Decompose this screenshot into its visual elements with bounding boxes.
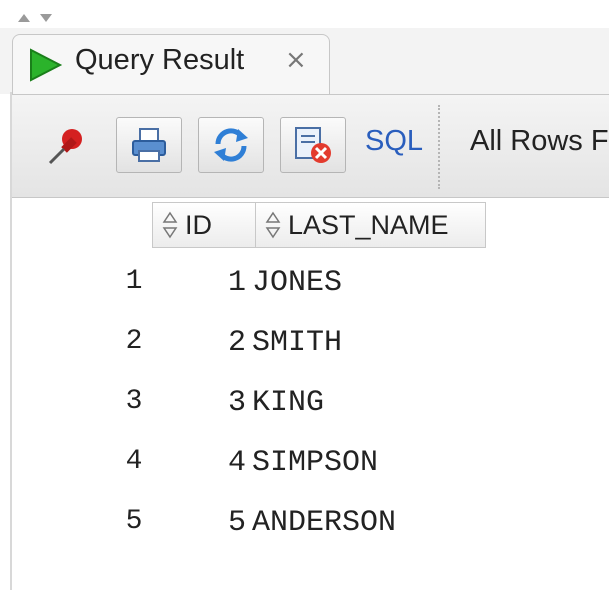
sort-icon — [162, 211, 178, 239]
row-number: 1 — [125, 266, 143, 297]
cell-last-name[interactable]: JONES — [252, 266, 342, 300]
run-play-icon — [30, 48, 63, 82]
cell-last-name[interactable]: KING — [252, 386, 324, 420]
column-header-label: ID — [185, 209, 212, 240]
cell-id[interactable]: 4 — [202, 446, 246, 480]
tab-close-button[interactable]: × — [285, 45, 307, 75]
panel-collapse-arrows[interactable] — [14, 8, 74, 26]
refresh-icon — [214, 128, 248, 162]
column-header-last-name[interactable]: LAST_NAME — [255, 202, 486, 248]
toolbar-separator — [438, 105, 440, 189]
pin-icon[interactable] — [44, 123, 90, 169]
refresh-button[interactable] — [198, 117, 264, 173]
collapse-down-icon — [40, 14, 52, 22]
column-header-id[interactable]: ID — [152, 202, 256, 248]
sql-link[interactable]: SQL — [365, 125, 423, 158]
cell-id[interactable]: 1 — [202, 266, 246, 300]
sort-icon — [265, 211, 281, 239]
cell-id[interactable]: 3 — [202, 386, 246, 420]
result-toolbar: SQL All Rows F — [12, 94, 609, 198]
row-number: 4 — [125, 446, 143, 477]
cell-id[interactable]: 5 — [202, 506, 246, 540]
collapse-up-icon — [18, 14, 30, 22]
tab-title: Query Result — [75, 44, 245, 76]
fetch-status-text: All Rows F — [470, 125, 609, 157]
column-header-label: LAST_NAME — [288, 209, 449, 240]
cell-last-name[interactable]: SMITH — [252, 326, 342, 360]
print-icon — [132, 128, 166, 162]
print-button[interactable] — [116, 117, 182, 173]
row-number: 3 — [125, 386, 143, 417]
cell-last-name[interactable]: ANDERSON — [252, 506, 396, 540]
tab-query-result[interactable]: Query Result × — [12, 34, 330, 96]
cancel-fetch-icon — [295, 127, 331, 163]
cancel-fetch-button[interactable] — [280, 117, 346, 173]
result-grid: ID LAST_NAME 1 1 JONES 2 2 SMITH 3 3 KIN… — [12, 198, 609, 590]
cell-id[interactable]: 2 — [202, 326, 246, 360]
row-number: 5 — [125, 506, 143, 537]
row-number: 2 — [125, 326, 143, 357]
cell-last-name[interactable]: SIMPSON — [252, 446, 378, 480]
